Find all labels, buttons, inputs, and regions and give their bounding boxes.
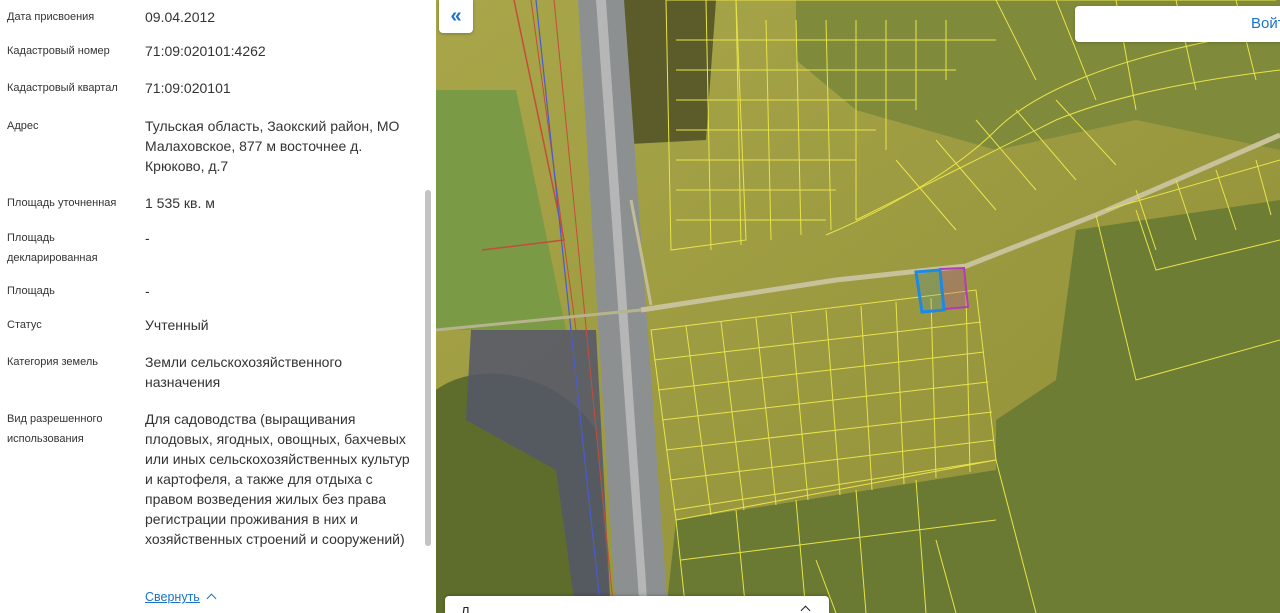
field-value: Земли сельскохозяйственного назначения (145, 354, 343, 390)
field-label: Площадь уточненная (7, 197, 117, 209)
chevron-up-icon[interactable] (800, 605, 811, 613)
bottom-card-label: Л (461, 604, 470, 613)
field-value: 71:09:020101:4262 (145, 43, 266, 59)
field-label: Категория земель (7, 356, 98, 368)
field-value: Тульская область, Заокский район, МО Мал… (145, 118, 400, 174)
field-label: Кадастровый квартал (7, 82, 118, 94)
map-imagery (436, 0, 1280, 613)
field-value: - (145, 283, 150, 299)
field-value: 71:09:020101 (145, 80, 231, 96)
field-label: Площадь декларированная (7, 232, 98, 264)
field-label: Кадастровый номер (7, 45, 110, 57)
bottom-layer-card[interactable]: Л (445, 596, 829, 613)
field-value: Учтенный (145, 317, 209, 333)
collapse-link-label: Свернуть (145, 590, 200, 604)
field-label: Вид разрешенного использования (7, 413, 103, 445)
field-value: 1 535 кв. м (145, 195, 215, 211)
field-label: Статус (7, 319, 42, 331)
chevron-up-icon (206, 593, 217, 604)
field-value: Для садоводства (выращивания плодовых, я… (145, 411, 410, 547)
double-chevron-left-icon: « (450, 5, 462, 27)
field-value: - (145, 230, 150, 246)
field-value: 09.04.2012 (145, 9, 216, 25)
collapse-panel-button[interactable]: « (439, 0, 473, 33)
info-panel: Дата присвоения 09.04.2012 Кадастровый н… (0, 0, 436, 613)
cadastral-map[interactable]: « Войти Л (436, 0, 1280, 613)
collapse-link[interactable]: Свернуть (145, 590, 217, 604)
field-label: Дата присвоения (7, 11, 95, 23)
login-button[interactable]: Войти (1075, 6, 1280, 42)
field-label: Площадь (7, 285, 55, 297)
panel-scrollbar[interactable] (425, 190, 431, 546)
field-label: Адрес (7, 120, 39, 132)
